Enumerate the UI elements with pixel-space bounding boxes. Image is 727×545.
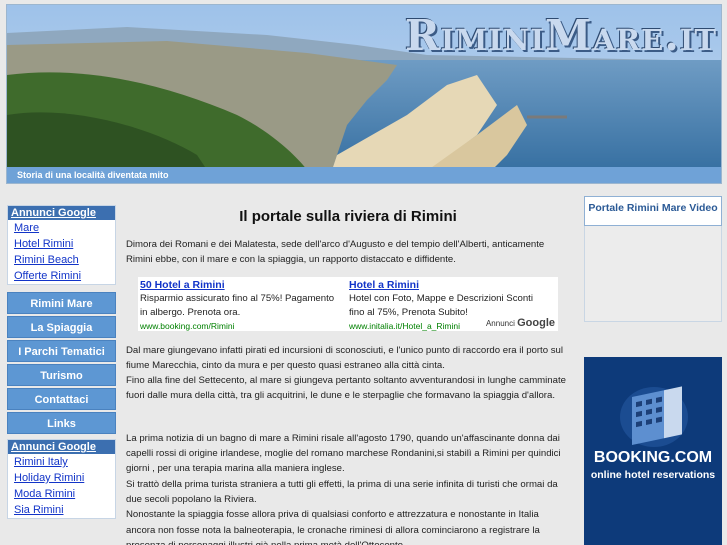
- page-title: Il portale sulla riviera di Rimini: [239, 208, 457, 225]
- ad-link-rimini-beach[interactable]: Rimini Beach: [8, 252, 115, 268]
- booking-tagline: online hotel reservations: [590, 469, 716, 481]
- ad-link-holiday-rimini[interactable]: Holiday Rimini: [8, 470, 115, 486]
- ad-link-sia-rimini[interactable]: Sia Rimini: [8, 502, 115, 518]
- history-paragraph: Dal mare giungevano infatti pirati ed in…: [126, 344, 563, 371]
- nav-links[interactable]: Links: [7, 412, 116, 434]
- ad-link-rimini-italy[interactable]: Rimini Italy: [8, 454, 115, 470]
- ad-link-offerte-rimini[interactable]: Offerte Rimini: [8, 268, 115, 284]
- left-sidebar: Annunci Google Mare Hotel Rimini Rimini …: [7, 205, 116, 519]
- ads-by-google-badge[interactable]: Annunci Google: [484, 316, 556, 329]
- history-paragraph: La prima notizia di un bagno di mare a R…: [126, 432, 561, 475]
- tagline: Storia di una località diventata mito: [17, 170, 169, 180]
- ad-unit-title[interactable]: 50 Hotel a Rimini: [140, 278, 340, 292]
- history-paragraph: Fino alla fine del Settecento, al mare s…: [126, 375, 566, 402]
- ad-link-mare[interactable]: Mare: [8, 220, 115, 236]
- video-box-header: Portale Rimini Mare Video: [584, 196, 722, 226]
- ads-title-link[interactable]: Annunci Google: [8, 206, 115, 220]
- nav-parchi-tematici[interactable]: I Parchi Tematici: [7, 340, 116, 362]
- tagline-bar: Storia di una località diventata mito: [7, 167, 721, 183]
- main-content: Il portale sulla riviera di Rimini Dimor…: [126, 205, 570, 545]
- main-nav: Rimini Mare La Spiaggia I Parchi Tematic…: [7, 292, 116, 434]
- ad-unit-title[interactable]: Hotel a Rimini: [349, 278, 549, 292]
- ads-badge-brand: Google: [517, 316, 555, 329]
- ads-badge-prefix: Annunci: [485, 318, 515, 328]
- booking-logo: BOOKING.COM: [593, 449, 713, 466]
- video-title-link[interactable]: Portale Rimini Mare Video: [585, 197, 721, 219]
- ads-title-link[interactable]: Annunci Google: [8, 440, 115, 454]
- google-ads-bottom: Annunci Google Rimini Italy Holiday Rimi…: [7, 439, 116, 519]
- nav-contattaci[interactable]: Contattaci: [7, 388, 116, 410]
- history-paragraph: Nonostante la spiaggia fosse allora priv…: [126, 509, 540, 545]
- nav-turismo[interactable]: Turismo: [7, 364, 116, 386]
- booking-banner-ad[interactable]: BOOKING.COM online hotel reservations: [584, 357, 722, 545]
- ad-link-moda-rimini[interactable]: Moda Rimini: [8, 486, 115, 502]
- ad-unit-text: Risparmio assicurato fino al 75%! Pagame…: [140, 292, 335, 318]
- ad-unit-url[interactable]: www.booking.com/Rimini: [140, 320, 340, 331]
- intro-paragraph: Dimora dei Romani e dei Malatesta, sede …: [126, 239, 545, 266]
- header-banner: RiminiMare.it Storia di una località div…: [6, 4, 722, 184]
- ad-unit: 50 Hotel a Rimini Risparmio assicurato f…: [140, 278, 340, 331]
- google-ads-top: Annunci Google Mare Hotel Rimini Rimini …: [7, 205, 116, 285]
- nav-la-spiaggia[interactable]: La Spiaggia: [7, 316, 116, 338]
- ad-unit-text: Hotel con Foto, Mappe e Descrizioni Scon…: [349, 292, 533, 318]
- google-ads-inline: 50 Hotel a Rimini Risparmio assicurato f…: [138, 276, 558, 331]
- ad-link-hotel-rimini[interactable]: Hotel Rimini: [8, 236, 115, 252]
- nav-rimini-mare[interactable]: Rimini Mare: [7, 292, 116, 314]
- site-logo[interactable]: RiminiMare.it: [405, 11, 717, 60]
- video-box-body: [584, 226, 722, 322]
- history-paragraph: Si trattò della prima turista straniera …: [126, 478, 558, 505]
